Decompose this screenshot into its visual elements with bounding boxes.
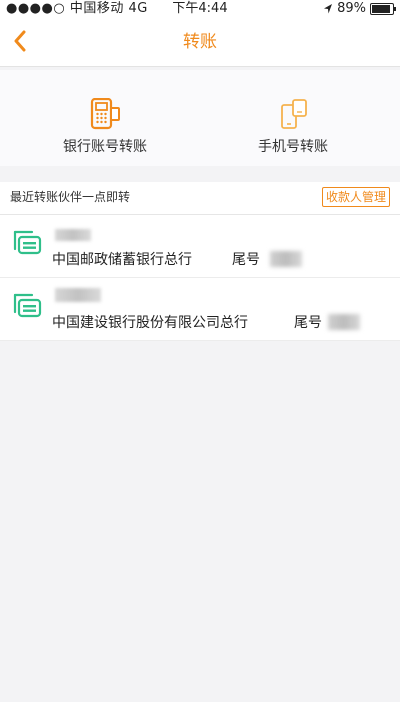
bank-account-transfer-button[interactable]: 银行账号转账: [5, 70, 205, 166]
battery-icon: [370, 3, 396, 15]
payee-tail-label: 尾号: [294, 315, 322, 331]
navigation-bar: 转账: [0, 18, 400, 67]
phone-transfer-button[interactable]: 手机号转账: [193, 70, 393, 166]
status-bar: ●●●●○ 中国移动 4G 下午4:44 89%: [0, 0, 400, 18]
battery-percent: 89%: [337, 1, 366, 16]
payee-bank-name: 中国建设银行股份有限公司总行: [52, 315, 248, 331]
bank-card-terminal-icon: [90, 98, 120, 130]
payee-tail-redacted: [270, 251, 302, 267]
location-arrow-icon: [324, 4, 333, 14]
payee-name-redacted: [55, 229, 91, 241]
page-title: 转账: [183, 32, 217, 52]
recent-partners-title: 最近转账伙伴一点即转: [10, 190, 131, 204]
payee-management-button[interactable]: 收款人管理: [321, 187, 390, 207]
recent-partners-header: 最近转账伙伴一点即转 收款人管理: [0, 182, 400, 215]
payee-tail-redacted: [328, 314, 360, 330]
bank-account-transfer-label: 银行账号转账: [63, 139, 147, 155]
list-item[interactable]: 中国邮政储蓄银行总行 尾号: [0, 215, 400, 278]
bank-card-icon: [13, 293, 42, 318]
status-right: 89%: [324, 0, 396, 18]
payee-bank-name: 中国邮政储蓄银行总行: [52, 252, 192, 268]
option-icon-wrap: [193, 98, 393, 130]
battery-level: [372, 5, 390, 13]
bank-card-icon: [13, 230, 42, 255]
option-icon-wrap: [5, 98, 205, 130]
phone-transfer-icon: [281, 99, 307, 129]
phone-transfer-label: 手机号转账: [258, 139, 328, 155]
transfer-options: 银行账号转账 手机号转账: [0, 70, 400, 166]
payee-name-redacted: [55, 288, 101, 302]
payee-list: 中国邮政储蓄银行总行 尾号 中国建设银行股份有限公司总行 尾号: [0, 215, 400, 341]
list-item[interactable]: 中国建设银行股份有限公司总行 尾号: [0, 278, 400, 341]
payee-tail-label: 尾号: [232, 252, 260, 268]
